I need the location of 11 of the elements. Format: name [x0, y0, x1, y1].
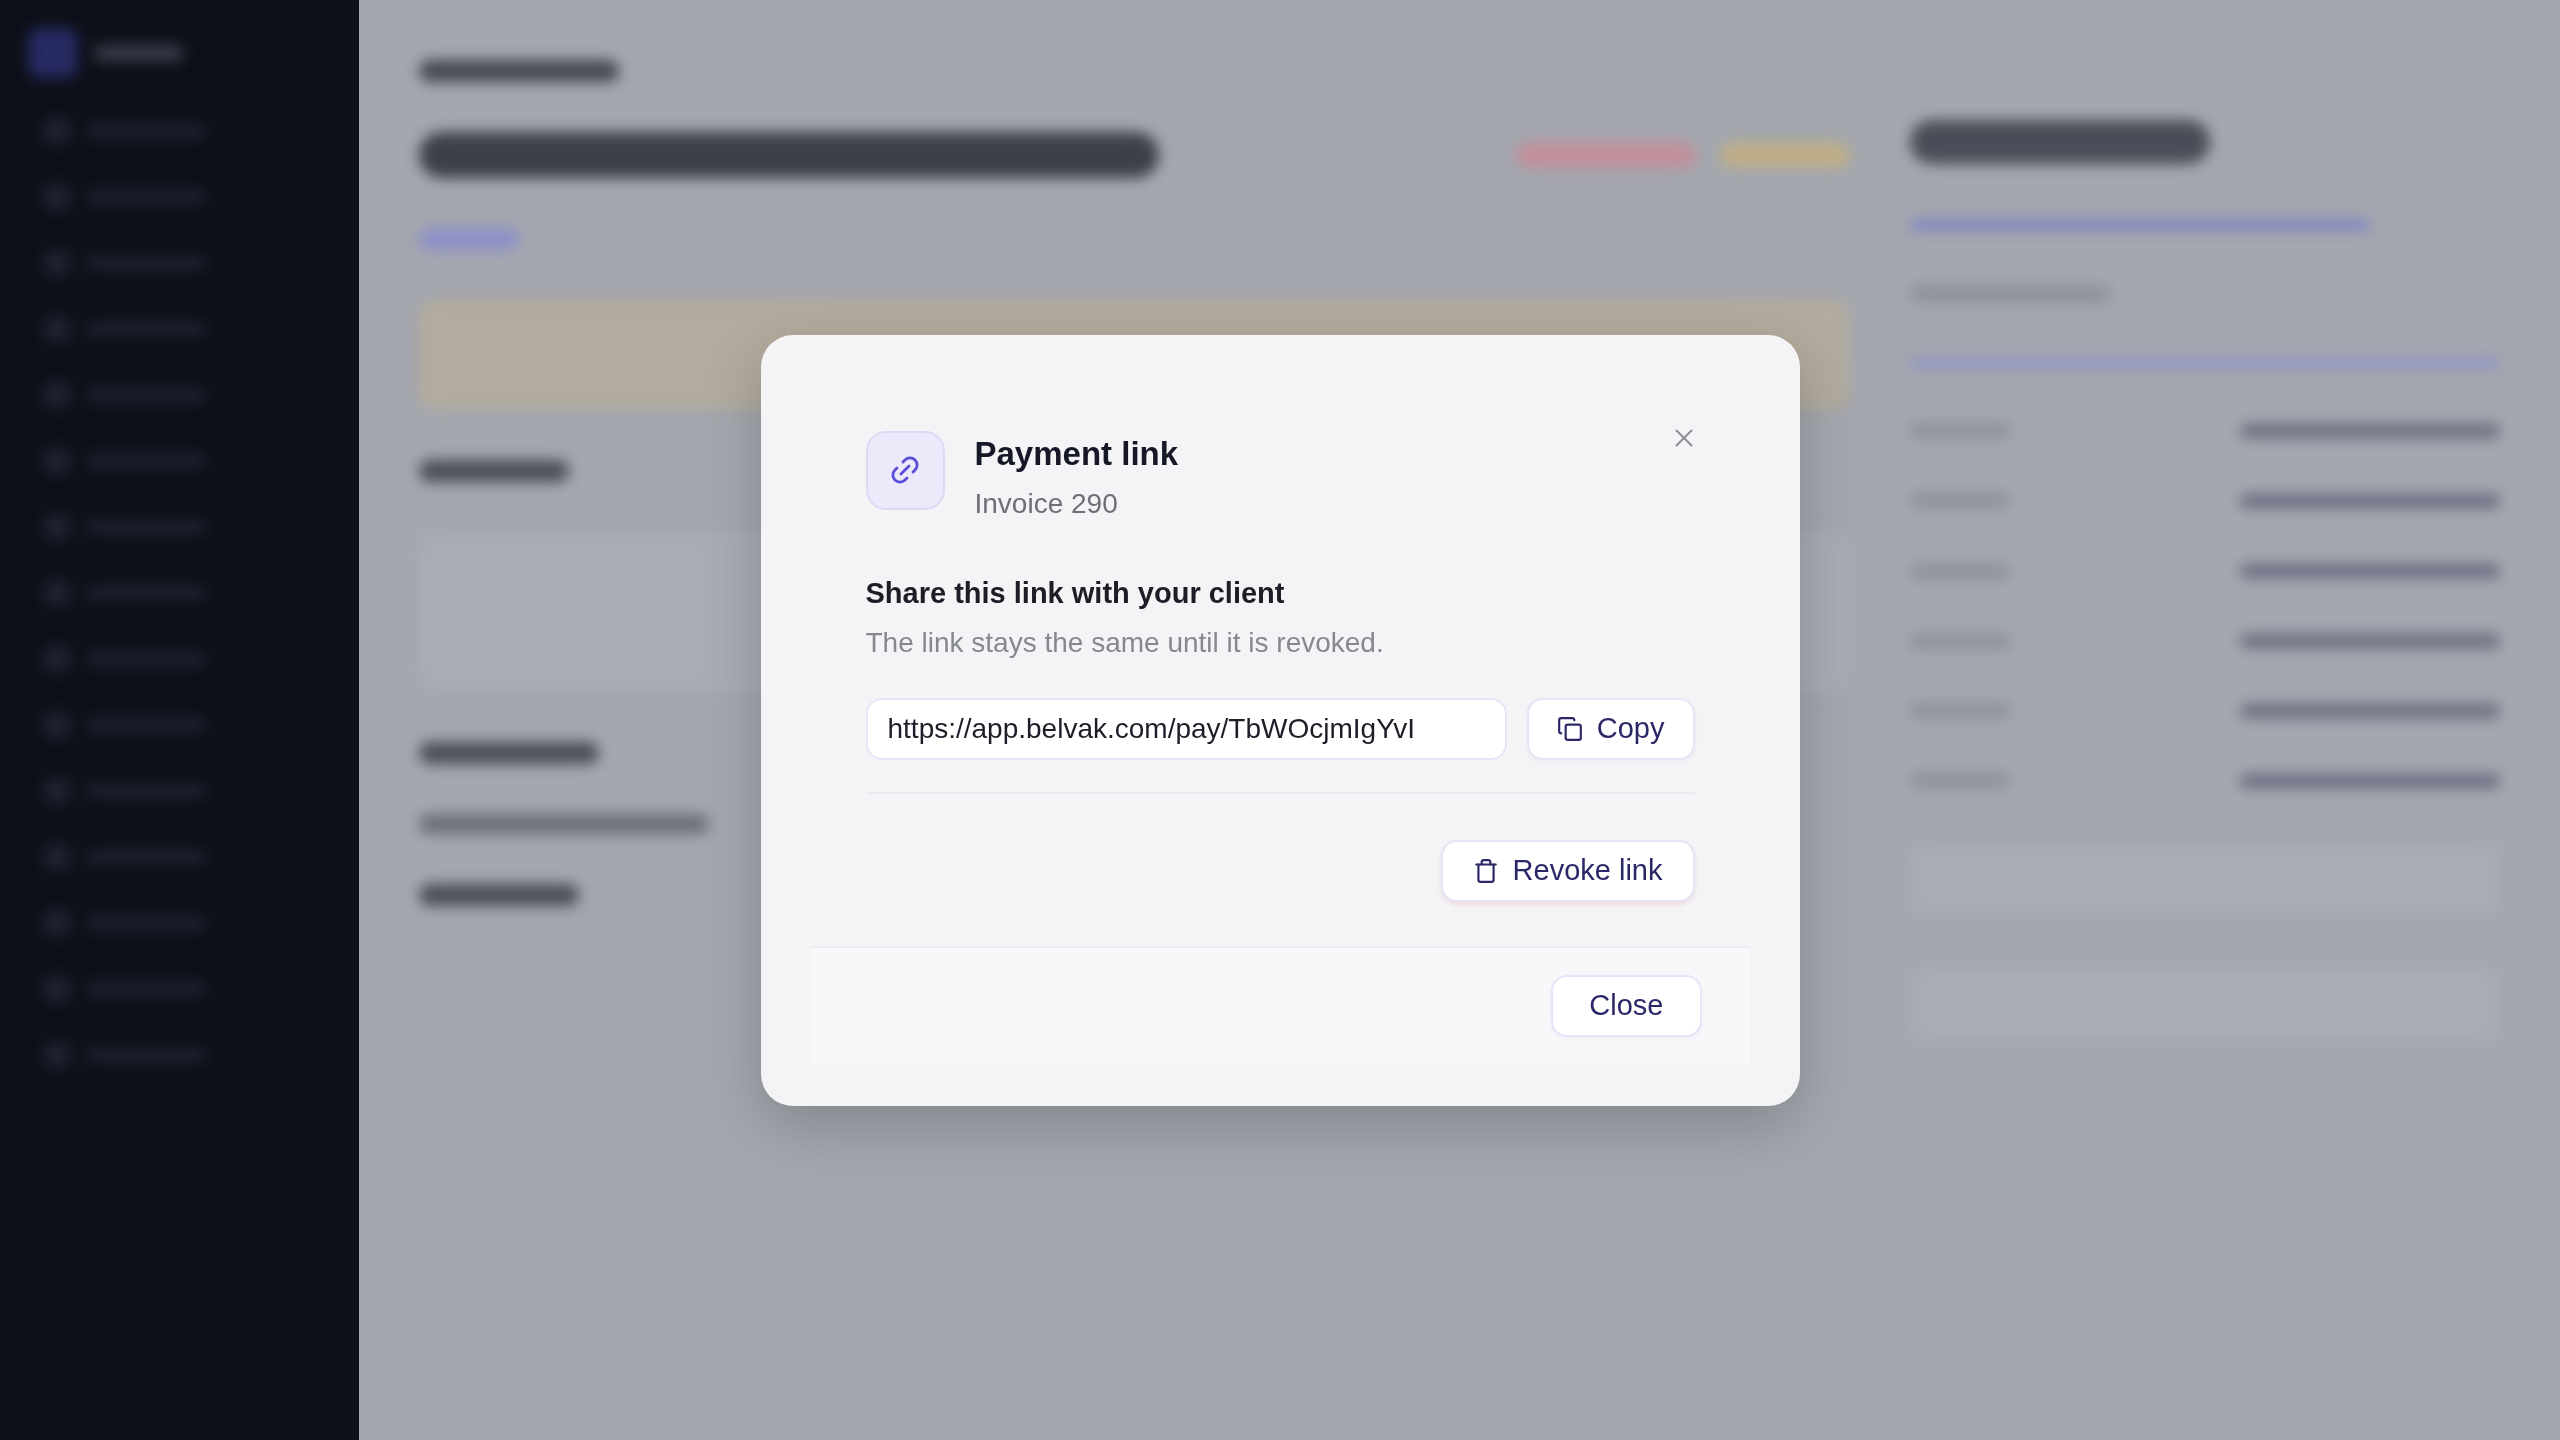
close-button[interactable]: Close — [1551, 974, 1702, 1037]
link-icon — [865, 430, 945, 510]
trash-icon — [1472, 856, 1499, 885]
section-title: Share this link with your client — [865, 575, 1286, 611]
copy-button[interactable]: Copy — [1526, 697, 1695, 760]
section-hint: The link stays the same until it is revoked. — [865, 625, 1385, 660]
revoke-link-button[interactable]: Revoke link — [1440, 839, 1695, 902]
copy-icon — [1556, 714, 1583, 743]
link-field[interactable]: https://app.belvak.com/pay/TbWOcjmIgYvI — [865, 697, 1507, 760]
dialog-subtitle: Invoice 290 — [974, 486, 1119, 521]
dialog-title: Payment link — [974, 433, 1180, 474]
